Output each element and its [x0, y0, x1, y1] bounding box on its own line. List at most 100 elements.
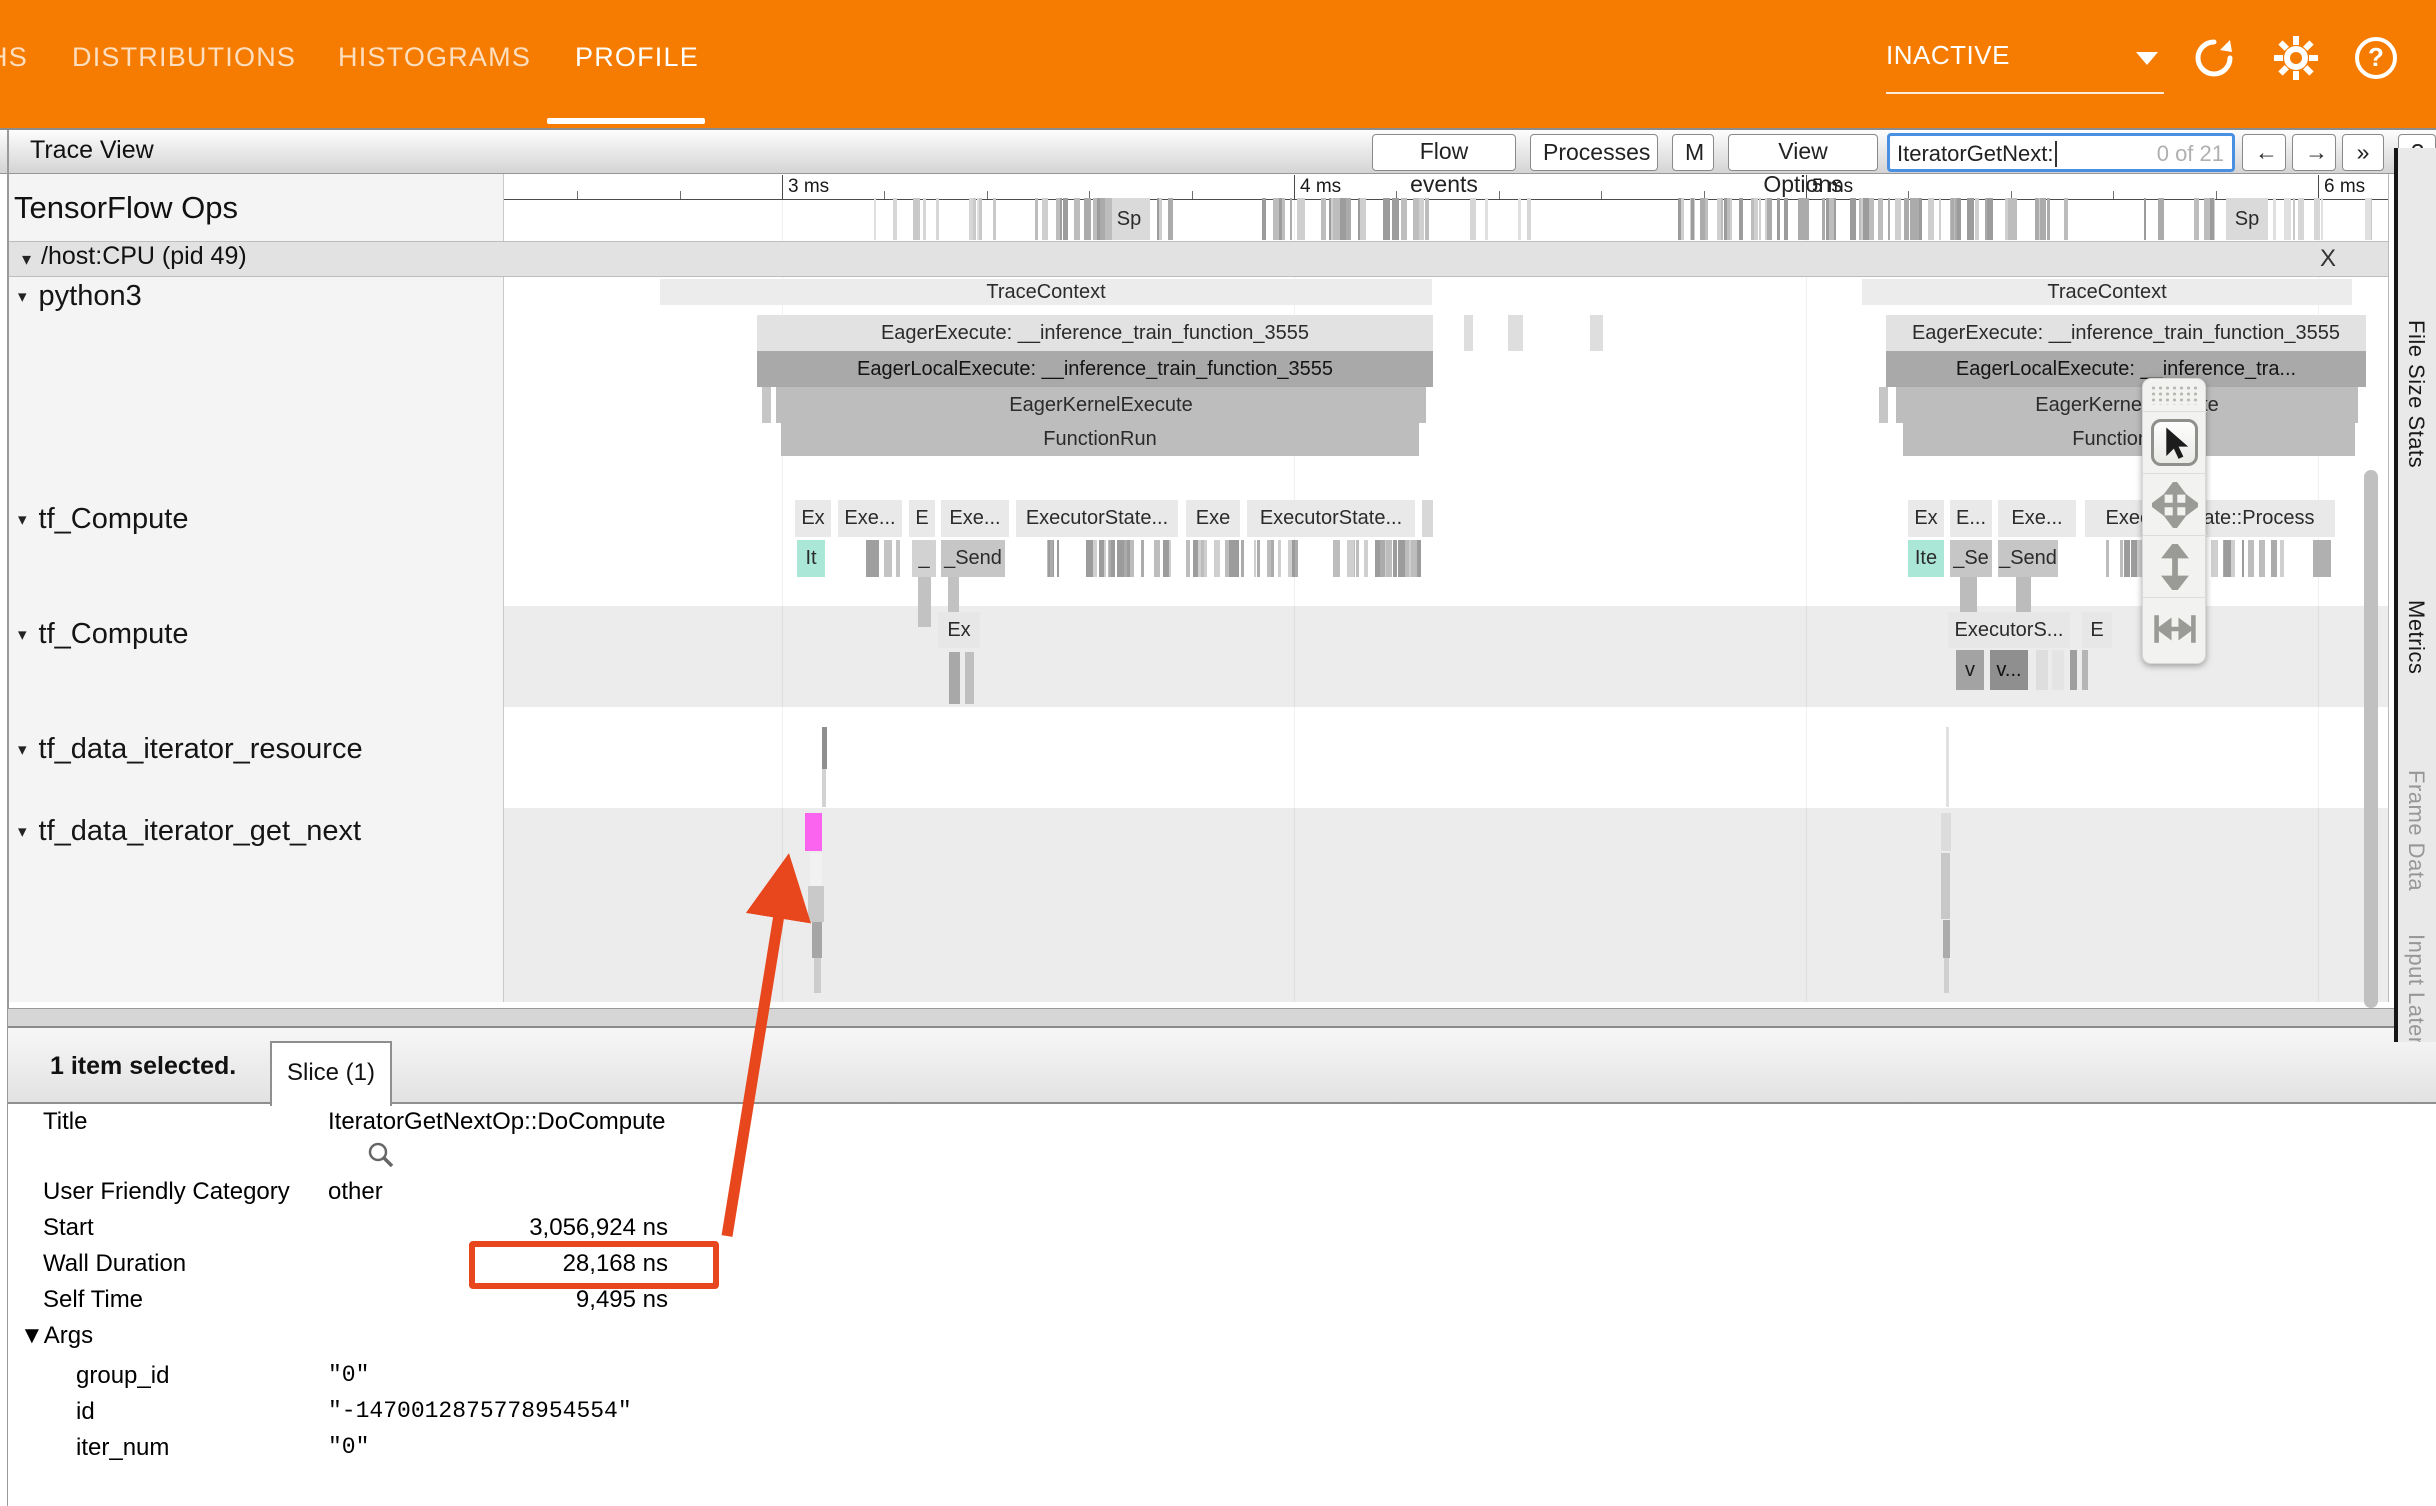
track-label-tf_data_iterator_get_next[interactable]: ▾tf_data_iterator_get_next	[18, 815, 361, 848]
trace-bar[interactable]	[866, 540, 879, 577]
micro-slice[interactable]	[1759, 198, 1762, 240]
micro-slice[interactable]	[1398, 540, 1404, 577]
vertical-scrollbar[interactable]	[2364, 470, 2378, 1008]
micro-slice[interactable]	[1362, 198, 1367, 240]
trace-slice[interactable]: EagerLocalExecute: __inference_train_fun…	[757, 351, 1433, 387]
sidebar-tab-frame-data[interactable]: Frame Data	[2403, 770, 2429, 891]
micro-slice[interactable]	[1777, 198, 1779, 240]
micro-slice[interactable]	[1063, 198, 1069, 240]
micro-slice[interactable]	[1074, 198, 1081, 240]
trace-slice[interactable]: EagerKernelExecute	[1896, 387, 2358, 423]
trace-bar[interactable]	[808, 886, 824, 922]
timing-tool-button[interactable]	[2143, 597, 2207, 659]
overflow-button[interactable]: »	[2342, 134, 2384, 171]
micro-slice[interactable]	[1201, 540, 1204, 577]
trace-slice[interactable]: Exe	[1186, 500, 1240, 537]
trace-slice[interactable]: EagerLocalExecute: __inference_tra...	[1886, 351, 2366, 387]
trace-slice[interactable]: Ex	[795, 500, 831, 537]
micro-slice[interactable]	[1163, 540, 1169, 577]
close-icon[interactable]: X	[2320, 245, 2336, 273]
micro-slice[interactable]	[1401, 198, 1407, 240]
micro-slice[interactable]	[1485, 198, 1488, 240]
trace-bar[interactable]	[1879, 387, 1888, 423]
collapse-triangle-icon[interactable]: ▾	[18, 822, 27, 842]
micro-slice[interactable]	[2158, 198, 2164, 240]
micro-slice[interactable]	[1105, 198, 1112, 240]
micro-slice[interactable]	[2210, 198, 2214, 240]
collapse-triangle-icon[interactable]: ▾	[22, 249, 31, 270]
help-icon[interactable]: ?	[2352, 34, 2400, 82]
trace-slice[interactable]: Ex	[1908, 500, 1944, 537]
trace-slice[interactable]: EagerExecute: __inference_train_function…	[1886, 315, 2366, 351]
trace-bar[interactable]	[1941, 813, 1951, 851]
micro-slice[interactable]	[1928, 198, 1934, 240]
micro-slice[interactable]	[1278, 540, 1281, 577]
trace-slice[interactable]: Exe...	[941, 500, 1009, 537]
micro-slice[interactable]	[2298, 198, 2304, 240]
prev-match-button[interactable]: ←	[2242, 134, 2286, 171]
sidebar-tab-input-latency[interactable]: Input Latency	[2403, 934, 2429, 1042]
trace-bar[interactable]	[1941, 853, 1950, 919]
trace-bar[interactable]	[1943, 920, 1950, 958]
micro-slice[interactable]	[1987, 198, 1993, 240]
trace-slice[interactable]: Exe...	[838, 500, 902, 537]
trace-slice[interactable]: _	[912, 540, 936, 577]
micro-slice[interactable]	[1383, 198, 1390, 240]
trace-slice[interactable]: ExecutorState...	[1016, 500, 1178, 537]
trace-bar[interactable]	[1944, 958, 1949, 993]
micro-slice[interactable]	[1290, 198, 1292, 240]
micro-slice[interactable]	[1141, 540, 1144, 577]
micro-slice[interactable]	[2271, 540, 2277, 577]
micro-slice[interactable]	[1333, 198, 1340, 240]
micro-slice[interactable]	[1975, 198, 1980, 240]
micro-slice[interactable]	[1691, 198, 1693, 240]
chevron-down-icon[interactable]	[2136, 52, 2158, 65]
trace-bar[interactable]	[949, 652, 960, 704]
micro-slice[interactable]	[1413, 198, 1419, 240]
trace-bar[interactable]	[822, 769, 826, 807]
micro-slice[interactable]	[1356, 540, 1360, 577]
trace-bar[interactable]	[1464, 315, 1473, 351]
trace-slice[interactable]: Exe...	[1998, 500, 2076, 537]
micro-slice[interactable]	[1186, 540, 1190, 577]
micro-slice[interactable]	[1957, 198, 1961, 240]
pan-tool-button[interactable]	[2143, 473, 2207, 535]
trace-bar[interactable]	[896, 540, 900, 577]
trace-slice[interactable]: _Send	[1998, 540, 2058, 577]
trace-slice[interactable]: ExecutorState...	[1247, 500, 1415, 537]
micro-slice[interactable]	[1951, 198, 1954, 240]
micro-slice[interactable]	[913, 198, 920, 240]
trace-slice[interactable]: FunctionRun	[1903, 423, 2355, 456]
tab-graphs-clipped[interactable]: HS	[0, 42, 28, 73]
micro-slice[interactable]	[2035, 198, 2039, 240]
micro-slice[interactable]	[1878, 198, 1883, 240]
tab-distributions[interactable]: DISTRIBUTIONS	[72, 42, 296, 73]
trace-slice[interactable]: Ite	[1908, 540, 1944, 577]
micro-slice[interactable]	[1084, 198, 1091, 240]
micro-slice[interactable]	[1826, 198, 1829, 240]
micro-slice[interactable]	[993, 198, 996, 240]
micro-slice[interactable]	[2047, 198, 2050, 240]
micro-slice[interactable]	[2215, 540, 2219, 577]
micro-slice[interactable]	[1678, 198, 1681, 240]
micro-slice[interactable]	[1518, 198, 1521, 240]
tab-histograms[interactable]: HISTOGRAMS	[338, 42, 531, 73]
refresh-icon[interactable]	[2190, 34, 2238, 82]
micro-slice[interactable]	[1392, 198, 1399, 240]
micro-slice[interactable]	[1895, 198, 1901, 240]
micro-slice[interactable]	[1159, 198, 1162, 240]
collapse-triangle-icon[interactable]: ▾	[18, 625, 27, 645]
micro-slice[interactable]	[1057, 540, 1059, 577]
micro-slice[interactable]	[2040, 198, 2046, 240]
micro-slice[interactable]	[1093, 540, 1097, 577]
micro-slice[interactable]	[1850, 198, 1856, 240]
micro-slice[interactable]	[1087, 540, 1093, 577]
micro-slice[interactable]	[2314, 198, 2320, 240]
micro-slice[interactable]	[1099, 540, 1105, 577]
collapse-triangle-icon[interactable]: ▾	[18, 287, 27, 307]
trace-bar[interactable]	[2313, 540, 2331, 577]
run-selector[interactable]: INACTIVE	[1886, 40, 2164, 71]
micro-slice[interactable]	[1341, 198, 1346, 240]
micro-slice[interactable]	[1274, 198, 1279, 240]
micro-slice[interactable]	[1869, 198, 1875, 240]
